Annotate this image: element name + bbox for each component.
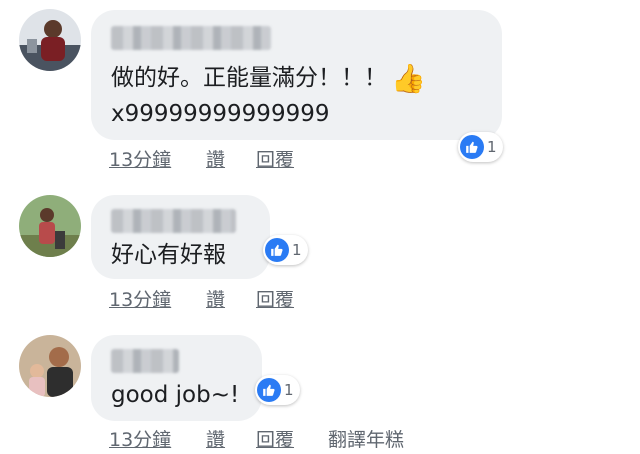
reaction-badge[interactable]: 1: [458, 132, 503, 162]
reaction-count: 1: [284, 381, 294, 399]
reply-button[interactable]: 回覆: [256, 425, 294, 452]
reaction-badge[interactable]: 1: [263, 235, 308, 265]
timestamp[interactable]: 13分鐘: [109, 425, 171, 452]
comment-2: 好心有好報 1 13分鐘 讚 回覆: [0, 180, 640, 320]
reaction-count: 1: [292, 241, 302, 259]
like-reaction-icon: [265, 238, 289, 262]
comment-bubble: 好心有好報: [91, 195, 270, 279]
reply-button[interactable]: 回覆: [256, 145, 294, 172]
comment-bubble: 做的好。正能量滿分！！！ 👍 x99999999999999: [91, 10, 502, 140]
comment-text: good job~!: [111, 382, 240, 408]
author-name[interactable]: [111, 209, 236, 233]
comment-text-line1: 做的好。正能量滿分！！！ 👍: [111, 59, 426, 98]
avatar[interactable]: [19, 9, 81, 71]
like-button[interactable]: 讚: [206, 145, 225, 172]
comment-1: 做的好。正能量滿分！！！ 👍 x99999999999999 1 13分鐘 讚 回…: [0, 0, 640, 180]
avatar[interactable]: [19, 195, 81, 257]
thumbs-up-emoji: 👍: [391, 62, 426, 95]
like-button[interactable]: 讚: [206, 425, 225, 452]
like-reaction-icon: [257, 378, 281, 402]
comment-bubble: good job~!: [91, 335, 262, 421]
translate-button[interactable]: 翻譯年糕: [328, 425, 404, 452]
author-name[interactable]: [111, 349, 179, 373]
reaction-count: 1: [487, 138, 497, 156]
reaction-badge[interactable]: 1: [255, 375, 300, 405]
comment-text: 好心有好報: [111, 242, 226, 268]
timestamp[interactable]: 13分鐘: [109, 145, 171, 172]
comment-text: 做的好。正能量滿分！！！: [111, 65, 387, 91]
like-reaction-icon: [460, 135, 484, 159]
comment-text-line2: x99999999999999: [111, 101, 330, 127]
comment-3: good job~! 1 13分鐘 讚 回覆 翻譯年糕: [0, 320, 640, 454]
like-button[interactable]: 讚: [206, 285, 225, 312]
timestamp[interactable]: 13分鐘: [109, 285, 171, 312]
avatar[interactable]: [19, 335, 81, 397]
author-name[interactable]: [111, 26, 271, 50]
reply-button[interactable]: 回覆: [256, 285, 294, 312]
